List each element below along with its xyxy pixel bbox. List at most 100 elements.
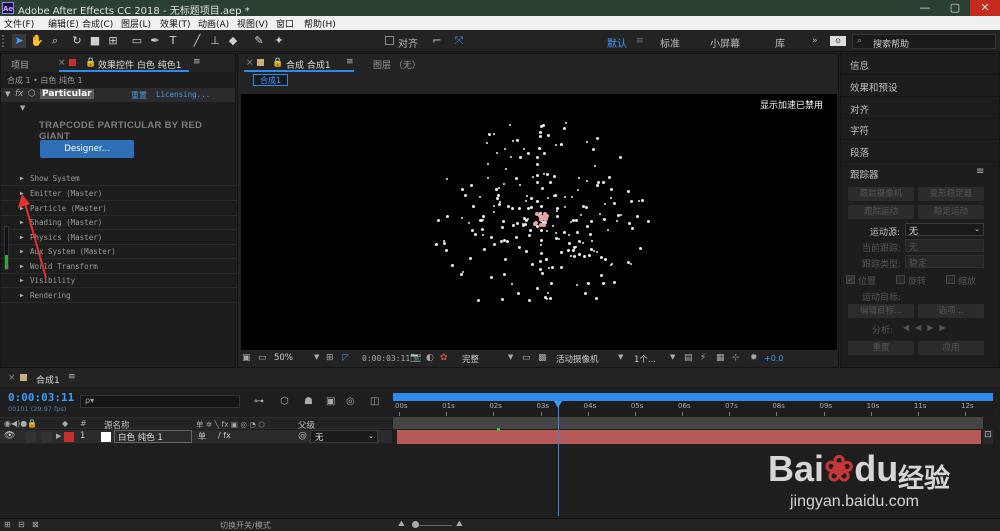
- flowchart-icon[interactable]: ⊹: [732, 353, 740, 363]
- exposure-value[interactable]: +0.0: [764, 354, 783, 363]
- pen-tool-icon[interactable]: ✒: [148, 34, 162, 48]
- prop-rendering[interactable]: ▶ Rendering: [1, 289, 237, 303]
- expand-arrow-icon[interactable]: ▼: [5, 90, 10, 98]
- track-camera-button[interactable]: 跟踪摄像机: [848, 187, 914, 201]
- type-tool-icon[interactable]: T: [166, 34, 180, 48]
- layer-row[interactable]: 👁 ▶ 1 白色 纯色 1 单 / fx @ 无 ⌄: [0, 430, 392, 444]
- panel-menu-icon[interactable]: ≡: [976, 166, 984, 177]
- timeline-timecode[interactable]: 0:00:03:11: [8, 391, 74, 404]
- resolution-select[interactable]: 完整: [462, 353, 479, 365]
- viewer-timecode[interactable]: 0:00:03:11: [362, 354, 410, 363]
- effect-name[interactable]: Particular: [40, 89, 94, 99]
- composition-canvas[interactable]: 显示加速已禁用: [241, 94, 837, 350]
- timeline-search-field[interactable]: ρ▾: [80, 395, 240, 408]
- zoom-slider-thumb[interactable]: [412, 521, 419, 528]
- rectangle-tool-icon[interactable]: ▭: [130, 34, 144, 48]
- chevron-down-icon[interactable]: ▼: [508, 353, 513, 361]
- analyze-controls-icon[interactable]: ◀◀▶▶: [903, 323, 952, 332]
- rotation-checkbox[interactable]: [896, 275, 905, 284]
- region-of-interest-icon[interactable]: ▭: [522, 353, 531, 363]
- shy-layers-icon[interactable]: ☗: [304, 396, 313, 407]
- camera-tool-icon[interactable]: ■: [88, 34, 102, 48]
- hand-tool-icon[interactable]: ✋: [30, 34, 44, 48]
- exposure-reset-icon[interactable]: ✹: [750, 353, 758, 363]
- lock-icon[interactable]: 🔒: [85, 58, 96, 68]
- lock-toggle[interactable]: [42, 432, 52, 442]
- panel-effects-presets[interactable]: 效果和预设: [842, 75, 1000, 97]
- options-button[interactable]: 选项...: [918, 304, 984, 318]
- scale-checkbox[interactable]: [946, 275, 955, 284]
- clone-stamp-tool-icon[interactable]: ⊥: [208, 34, 222, 48]
- search-help-field[interactable]: ⌕ 搜索帮助: [852, 34, 996, 50]
- playhead-line[interactable]: [553, 401, 562, 516]
- parent-select[interactable]: 无 ⌄: [310, 430, 378, 443]
- zoom-out-icon[interactable]: ⛰: [398, 519, 405, 529]
- fx-toggle-icon[interactable]: fx: [15, 89, 24, 99]
- zoom-in-icon[interactable]: ⛰: [456, 519, 463, 529]
- subexpand-arrow-icon[interactable]: ▼: [20, 104, 25, 112]
- menu-file[interactable]: 文件(F): [4, 17, 34, 30]
- roto-brush-tool-icon[interactable]: ✎: [252, 34, 266, 48]
- panel-character[interactable]: 字符: [842, 118, 1000, 140]
- track-motion-button[interactable]: 跟踪运动: [848, 205, 914, 219]
- toggle-pixel-aspect-icon[interactable]: ▤: [684, 353, 693, 363]
- draft-3d-icon[interactable]: ⬡: [280, 396, 289, 407]
- pickwhip-icon[interactable]: @: [298, 431, 307, 441]
- selection-tool-icon[interactable]: ➤: [12, 34, 26, 48]
- reset-button[interactable]: 重置: [848, 341, 914, 355]
- menu-window[interactable]: 窗口: [276, 17, 294, 30]
- stabilize-motion-button[interactable]: 稳定运动: [918, 205, 984, 219]
- puppet-pin-tool-icon[interactable]: ✦: [272, 34, 286, 48]
- show-snapshot-icon[interactable]: ◐: [426, 353, 434, 363]
- fx-switch-icon[interactable]: / fx: [218, 431, 231, 440]
- layer-switches-pane-icon[interactable]: ⊞: [4, 520, 11, 529]
- lock-icon[interactable]: 🔒: [272, 58, 283, 68]
- current-track-select[interactable]: 无: [905, 239, 984, 253]
- designer-button[interactable]: Designer...: [40, 140, 134, 158]
- licensing-link[interactable]: Licensing...: [156, 90, 210, 99]
- safe-margins-icon[interactable]: ⊞: [326, 353, 334, 363]
- collapse-arrow-icon[interactable]: ▶: [20, 175, 24, 182]
- position-checkbox[interactable]: ✓: [846, 275, 855, 284]
- time-ruler[interactable]: 00s 01s 02s 03s 04s 05s 06s 07s 08s 09s 10s 11s 12s: [393, 401, 993, 416]
- workspace-standard[interactable]: 标准: [660, 35, 680, 50]
- workspace-default[interactable]: 默认: [607, 35, 627, 50]
- toggle-switches-modes[interactable]: 切换开关/模式: [220, 520, 271, 531]
- fast-preview-icon[interactable]: ⚡: [700, 353, 706, 363]
- menu-animation[interactable]: 动画(A): [198, 17, 229, 30]
- comp-breadcrumb-chip[interactable]: 合成1: [253, 74, 289, 86]
- warp-stabilizer-button[interactable]: 变形稳定器: [918, 187, 984, 201]
- panel-menu-icon[interactable]: ≡: [193, 57, 201, 67]
- edit-target-button[interactable]: 编辑目标...: [848, 304, 914, 318]
- zoom-tool-icon[interactable]: ⌕: [48, 34, 62, 48]
- align-checkbox[interactable]: [385, 36, 394, 45]
- chevron-down-icon[interactable]: ▼: [314, 353, 319, 361]
- brush-tool-icon[interactable]: ╱: [190, 34, 204, 48]
- shy-switch-icon[interactable]: 单: [198, 431, 206, 442]
- close-button[interactable]: ✕: [970, 0, 1000, 16]
- maximize-button[interactable]: ▢: [940, 0, 970, 16]
- apply-button[interactable]: 应用: [918, 341, 984, 355]
- monitor-icon[interactable]: ▭: [258, 353, 267, 363]
- work-area-bar[interactable]: [393, 393, 993, 401]
- motion-source-select[interactable]: 无 ⌄: [905, 223, 984, 237]
- tab-layer[interactable]: 图层 （无）: [373, 58, 421, 71]
- search-help-icon[interactable]: ⊙: [830, 36, 846, 46]
- views-select[interactable]: 1个...: [634, 353, 656, 365]
- menu-edit[interactable]: 编辑(E): [48, 17, 79, 30]
- eraser-tool-icon[interactable]: ◆: [226, 34, 240, 48]
- panel-info[interactable]: 信息: [842, 53, 1000, 75]
- zoom-select[interactable]: 50%: [274, 353, 293, 363]
- playhead-handle-icon[interactable]: [553, 401, 562, 408]
- close-tab-icon[interactable]: ×: [246, 58, 254, 68]
- chevron-down-icon[interactable]: ▼: [618, 353, 623, 361]
- pan-behind-tool-icon[interactable]: ⊞: [106, 34, 120, 48]
- close-tab-icon[interactable]: ×: [8, 373, 16, 383]
- workspace-overflow-icon[interactable]: »: [812, 36, 818, 46]
- visibility-eye-icon[interactable]: 👁: [4, 431, 15, 441]
- panel-menu-icon[interactable]: ≡: [68, 372, 76, 382]
- tab-project[interactable]: 项目: [11, 58, 29, 71]
- track-type-select[interactable]: 稳定: [905, 255, 984, 269]
- minimize-button[interactable]: —: [910, 0, 940, 16]
- work-area-strip[interactable]: [393, 417, 983, 429]
